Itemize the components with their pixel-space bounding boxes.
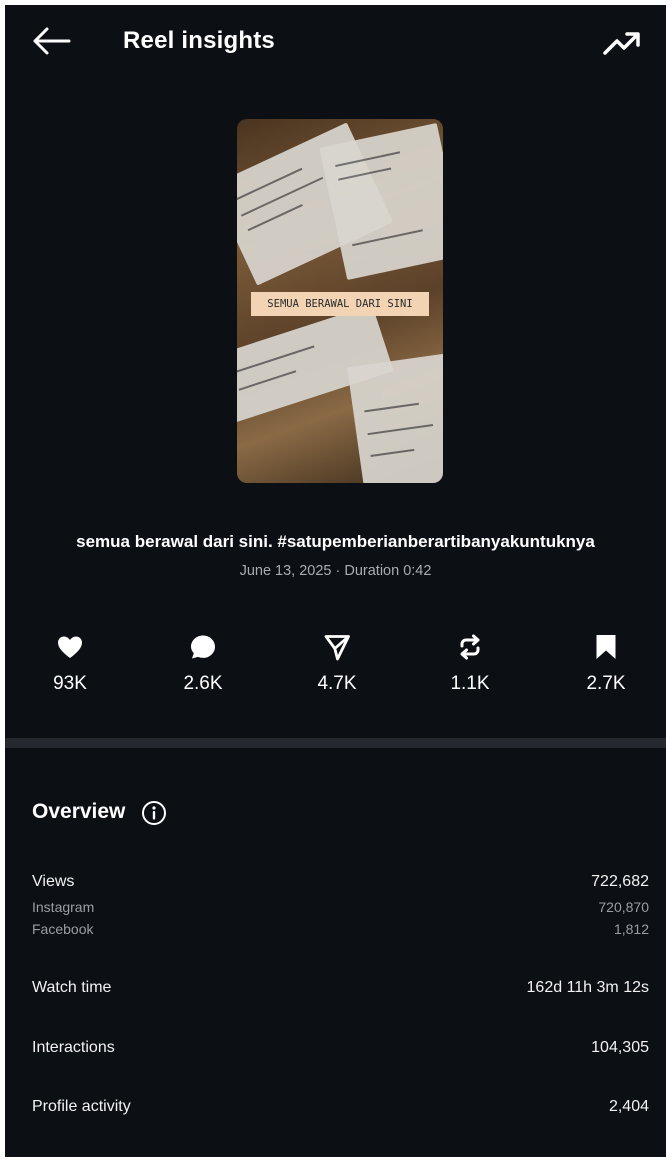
comment-icon [191,635,215,659]
reposts-count: 1.1K [450,673,490,694]
thumbnail-text: SEMUA BERAWAL DARI SINI [251,292,429,316]
reel-insights-screen: Reel insights SEMUA BERAWAL DARI SINI se… [5,5,666,1157]
trending-button[interactable] [595,21,643,61]
views-value: 722,682 [591,873,649,890]
arrow-left-icon [33,27,71,55]
send-icon [324,635,350,661]
watch-time-label: Watch time [32,979,112,996]
shares-count: 4.7K [317,673,357,694]
overview-heading: Overview [32,800,126,823]
instagram-value: 720,870 [598,899,649,915]
reel-meta: June 13, 2025 · Duration 0:42 [239,563,432,579]
comments-count: 2.6K [183,673,223,694]
info-icon [142,801,166,825]
back-button[interactable] [27,21,75,61]
watch-time-value: 162d 11h 3m 12s [526,979,649,996]
reposts-stat[interactable]: 1.1K [425,633,515,703]
thumbnail-paper [347,352,443,483]
interactions-value: 104,305 [591,1039,649,1056]
page-title: Reel insights [123,27,275,54]
repost-icon [460,634,480,660]
comments-stat[interactable]: 2.6K [158,633,248,703]
saves-count: 2.7K [586,673,626,694]
likes-stat[interactable]: 93K [25,633,115,703]
interactions-label: Interactions [32,1039,115,1056]
facebook-label: Facebook [32,921,94,937]
views-label: Views [32,873,75,890]
instagram-label: Instagram [32,899,95,915]
section-divider [5,738,666,748]
likes-count: 93K [53,673,87,694]
shares-stat[interactable]: 4.7K [292,633,382,703]
info-button[interactable] [141,800,167,826]
saves-stat[interactable]: 2.7K [561,633,651,703]
facebook-value: 1,812 [613,921,649,937]
trending-up-icon [603,32,640,55]
reel-caption: semua berawal dari sini. #satupemberianb… [76,532,595,551]
header: Reel insights [5,5,666,79]
profile-activity-label: Profile activity [32,1098,131,1115]
bookmark-icon [596,635,616,659]
heart-icon [58,636,82,658]
profile-activity-value: 2,404 [608,1098,649,1115]
engagement-stats: 93K 2.6K 4.7K 1.1K 2.7K [5,633,666,703]
reel-thumbnail[interactable]: SEMUA BERAWAL DARI SINI [237,119,443,483]
thumbnail-paper [319,123,443,280]
